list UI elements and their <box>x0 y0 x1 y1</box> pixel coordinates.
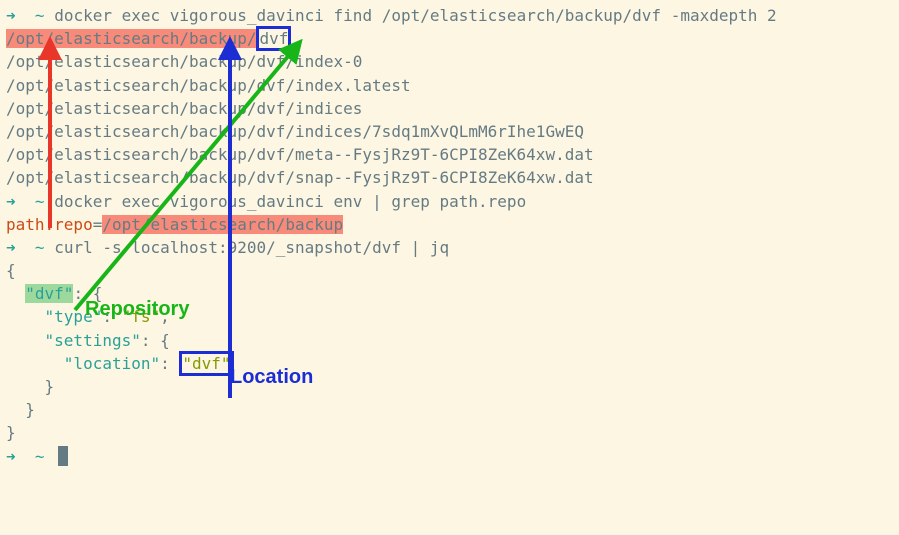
prompt-tilde: ~ <box>35 447 45 466</box>
json-settings-colon: : { <box>141 331 170 350</box>
prompt-tilde: ~ <box>35 238 45 257</box>
command-line-1: ➜ ~ docker exec vigorous_davinci find /o… <box>6 4 893 27</box>
output-line-2: /opt/elasticsearch/backup/dvf/index-0 <box>6 50 893 73</box>
command-line-3: ➜ ~ curl -s localhost:9200/_snapshot/dvf… <box>6 236 893 259</box>
pathrepo-val-highlight: /opt/elasticsearch/backup <box>102 215 343 234</box>
path-repo-highlight: /opt/elasticsearch/backup/ <box>6 29 256 48</box>
json-location-key: "location" <box>6 354 160 373</box>
command-line-4[interactable]: ➜ ~ <box>6 445 893 468</box>
json-dvf-key: "dvf" <box>25 284 73 303</box>
json-location-line: "location": "dvf" <box>6 352 893 375</box>
json-close3: } <box>6 421 893 444</box>
command-line-2: ➜ ~ docker exec vigorous_davinci env | g… <box>6 190 893 213</box>
output-line-1: /opt/elasticsearch/backup/dvf <box>6 27 893 50</box>
prompt-arrow: ➜ <box>6 192 16 211</box>
json-settings-key: "settings" <box>6 331 141 350</box>
output-line-6: /opt/elasticsearch/backup/dvf/meta--Fysj… <box>6 143 893 166</box>
cmd1-text: docker exec vigorous_davinci find /opt/e… <box>54 6 776 25</box>
prompt-tilde: ~ <box>35 192 45 211</box>
json-location-val: "dvf" <box>179 351 233 376</box>
cmd3-text: curl -s localhost:9200/_snapshot/dvf | j… <box>54 238 449 257</box>
pathrepo-key: path.repo <box>6 215 93 234</box>
prompt-arrow: ➜ <box>6 238 16 257</box>
prompt-tilde: ~ <box>35 6 45 25</box>
cmd2-text: docker exec vigorous_davinci env | grep … <box>54 192 526 211</box>
repository-label: Repository <box>85 295 189 324</box>
json-open: { <box>6 259 893 282</box>
prompt-arrow: ➜ <box>6 6 16 25</box>
prompt-arrow: ➜ <box>6 447 16 466</box>
path-dvf-boxed: dvf <box>256 26 291 51</box>
equals: = <box>93 215 103 234</box>
output-line-5: /opt/elasticsearch/backup/dvf/indices/7s… <box>6 120 893 143</box>
output-pathrepo: path.repo=/opt/elasticsearch/backup <box>6 213 893 236</box>
json-location-colon: : <box>160 354 179 373</box>
json-settings-line: "settings": { <box>6 329 893 352</box>
output-line-3: /opt/elasticsearch/backup/dvf/index.late… <box>6 74 893 97</box>
json-close1: } <box>6 375 893 398</box>
output-line-4: /opt/elasticsearch/backup/dvf/indices <box>6 97 893 120</box>
location-label: Location <box>230 363 313 392</box>
output-line-7: /opt/elasticsearch/backup/dvf/snap--Fysj… <box>6 166 893 189</box>
json-close2: } <box>6 398 893 421</box>
cursor[interactable] <box>58 446 68 466</box>
